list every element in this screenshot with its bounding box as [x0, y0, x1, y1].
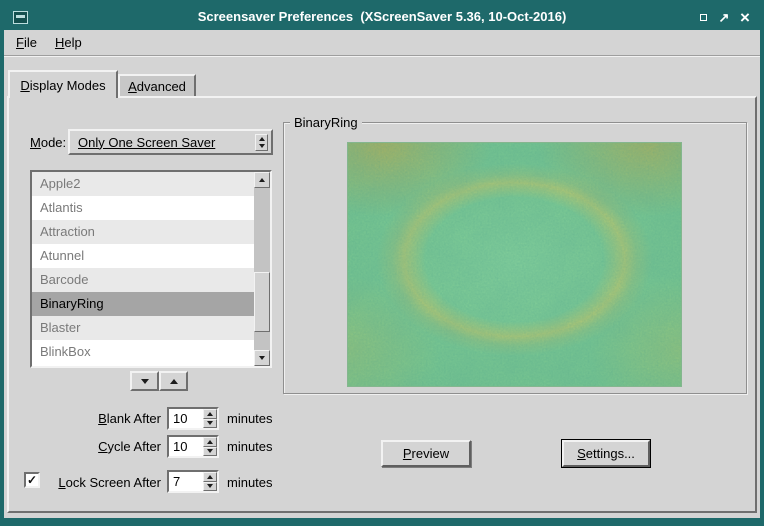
cycle-after-spinbox: 10 [167, 435, 219, 458]
menu-help[interactable]: Help [46, 30, 91, 55]
lock-after-spinbox: 7 [167, 470, 219, 493]
lock-after-increment-button[interactable] [203, 472, 217, 482]
saver-list-item[interactable]: Blaster [32, 316, 254, 340]
saver-list-item[interactable]: BinaryRing [32, 292, 254, 316]
saver-list-item[interactable]: Atunnel [32, 244, 254, 268]
screensaver-preview-image [347, 142, 682, 387]
window-body: File Help Display Modes Advanced Mode: O… [4, 30, 760, 518]
blank-after-spinbox: 10 [167, 407, 219, 430]
scroll-down-icon [259, 356, 265, 360]
move-up-icon [170, 379, 178, 384]
mode-dropdown[interactable]: Only One Screen Saver [68, 129, 273, 155]
list-next-button[interactable] [130, 371, 159, 391]
menubar: File Help [4, 30, 760, 56]
screensaver-list-rows: Apple2AtlantisAttractionAtunnelBarcodeBi… [32, 172, 254, 366]
menu-file[interactable]: File [7, 30, 46, 55]
cycle-after-unit-label: minutes [227, 439, 273, 454]
list-previous-button[interactable] [159, 371, 188, 391]
mode-dropdown-value: Only One Screen Saver [70, 135, 255, 150]
spin-down-icon [207, 484, 213, 488]
maximize-icon: ↗ [719, 11, 730, 24]
titlebar[interactable]: Screensaver Preferences (XScreenSaver 5.… [4, 4, 760, 30]
blank-after-decrement-button[interactable] [203, 419, 217, 429]
scroll-up-icon [259, 178, 265, 182]
saver-list-item[interactable]: BlinkBox [32, 340, 254, 364]
preview-button[interactable]: Preview [381, 440, 471, 467]
maximize-button[interactable]: ↗ [715, 8, 733, 26]
tab-advanced[interactable]: Advanced [118, 74, 196, 96]
spin-down-icon [207, 449, 213, 453]
lock-after-input[interactable]: 7 [169, 472, 203, 491]
lock-after-decrement-button[interactable] [203, 482, 217, 492]
close-icon: × [740, 9, 750, 26]
checkbox-check-icon: ✓ [27, 473, 37, 487]
spin-down-icon [207, 421, 213, 425]
saver-list-item[interactable]: Barcode [32, 268, 254, 292]
spin-up-icon [207, 475, 213, 479]
blank-after-label: Blank After [30, 411, 161, 426]
mode-label: Mode: [30, 135, 66, 150]
close-button[interactable]: × [736, 8, 754, 26]
saver-list-item[interactable]: Apple2 [32, 172, 254, 196]
lock-screen-checkbox[interactable]: ✓ [24, 472, 40, 488]
preview-frame-label: BinaryRing [290, 115, 362, 130]
dropdown-indicator-icon [255, 134, 268, 151]
cycle-after-decrement-button[interactable] [203, 447, 217, 457]
lock-after-steppers [203, 472, 217, 491]
spin-up-icon [207, 440, 213, 444]
window-title: Screensaver Preferences (XScreenSaver 5.… [4, 9, 760, 24]
dropdown-down-icon [259, 144, 265, 148]
saver-list-item[interactable]: Atlantis [32, 196, 254, 220]
settings-button[interactable]: Settings... [562, 440, 650, 467]
scrollbar-thumb[interactable] [254, 272, 270, 332]
cycle-after-input[interactable]: 10 [169, 437, 203, 456]
lock-screen-label: Lock Screen After [45, 475, 161, 490]
cycle-after-increment-button[interactable] [203, 437, 217, 447]
spin-up-icon [207, 412, 213, 416]
blank-after-steppers [203, 409, 217, 428]
list-scrollbar[interactable] [254, 172, 270, 366]
window-controls: ↗ × [694, 8, 754, 26]
lock-after-unit-label: minutes [227, 475, 273, 490]
tab-display-modes[interactable]: Display Modes [8, 70, 118, 98]
move-down-icon [141, 379, 149, 384]
cycle-after-label: Cycle After [30, 439, 161, 454]
xscreensaver-window: Screensaver Preferences (XScreenSaver 5.… [0, 0, 764, 526]
saver-list-item[interactable]: Attraction [32, 220, 254, 244]
scroll-up-button[interactable] [254, 172, 270, 188]
blank-after-input[interactable]: 10 [169, 409, 203, 428]
screensaver-list: Apple2AtlantisAttractionAtunnelBarcodeBi… [30, 170, 272, 368]
dropdown-up-icon [259, 137, 265, 141]
minimize-button[interactable] [694, 8, 712, 26]
blank-after-increment-button[interactable] [203, 409, 217, 419]
cycle-after-steppers [203, 437, 217, 456]
minimize-icon [700, 14, 707, 21]
scroll-down-button[interactable] [254, 350, 270, 366]
blank-after-unit-label: minutes [227, 411, 273, 426]
